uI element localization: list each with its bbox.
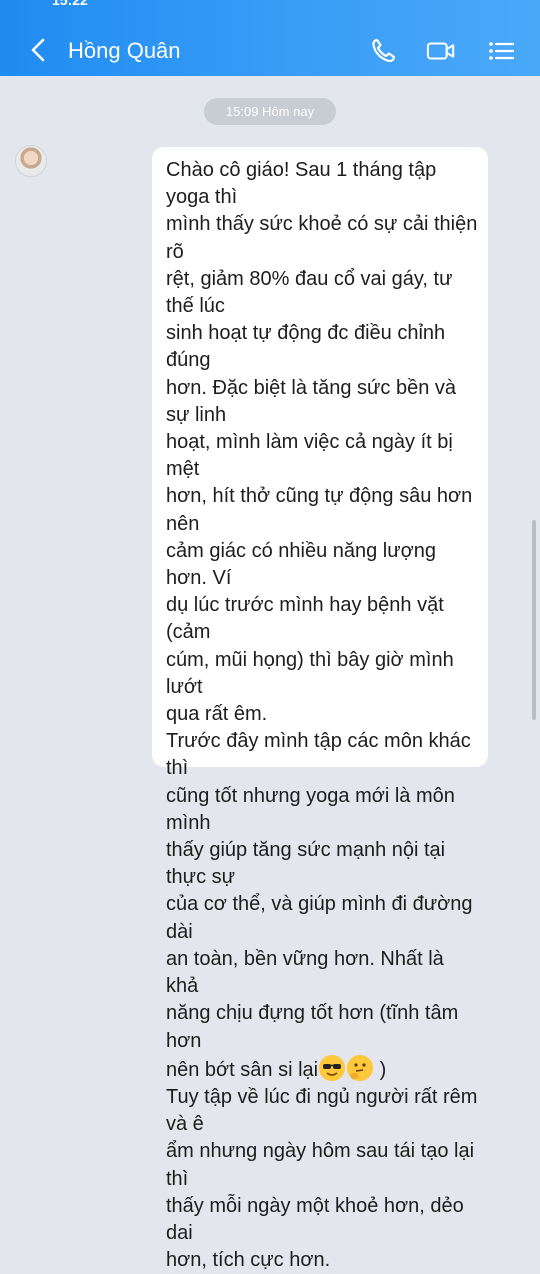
phone-icon[interactable]	[369, 37, 399, 65]
status-time: 15:22	[52, 0, 88, 8]
sunglasses-emoji-icon	[319, 1054, 346, 1081]
avatar[interactable]	[15, 145, 47, 177]
chat-header: 15:22 Hồng Quân	[0, 0, 540, 76]
message-text-part2: ) Tuy tập về lúc đi ngủ người rất rêm và…	[166, 1058, 478, 1272]
back-arrow-icon[interactable]	[26, 36, 52, 64]
status-bar: 15:22	[0, 0, 540, 12]
message-bubble[interactable]: Chào cô giáo! Sau 1 tháng tập yoga thì m…	[152, 147, 488, 1271]
menu-icon[interactable]	[486, 37, 516, 65]
video-call-icon[interactable]	[426, 37, 456, 65]
message-text: Chào cô giáo! Sau 1 tháng tập yoga thì m…	[166, 157, 478, 1274]
thinking-emoji-icon	[347, 1054, 374, 1081]
message-text-part1: Chào cô giáo! Sau 1 tháng tập yoga thì m…	[166, 159, 478, 1081]
scrollbar[interactable]	[532, 520, 536, 720]
contact-name[interactable]: Hồng Quân	[68, 38, 181, 64]
date-separator: 15:09 Hôm nay	[204, 98, 336, 125]
